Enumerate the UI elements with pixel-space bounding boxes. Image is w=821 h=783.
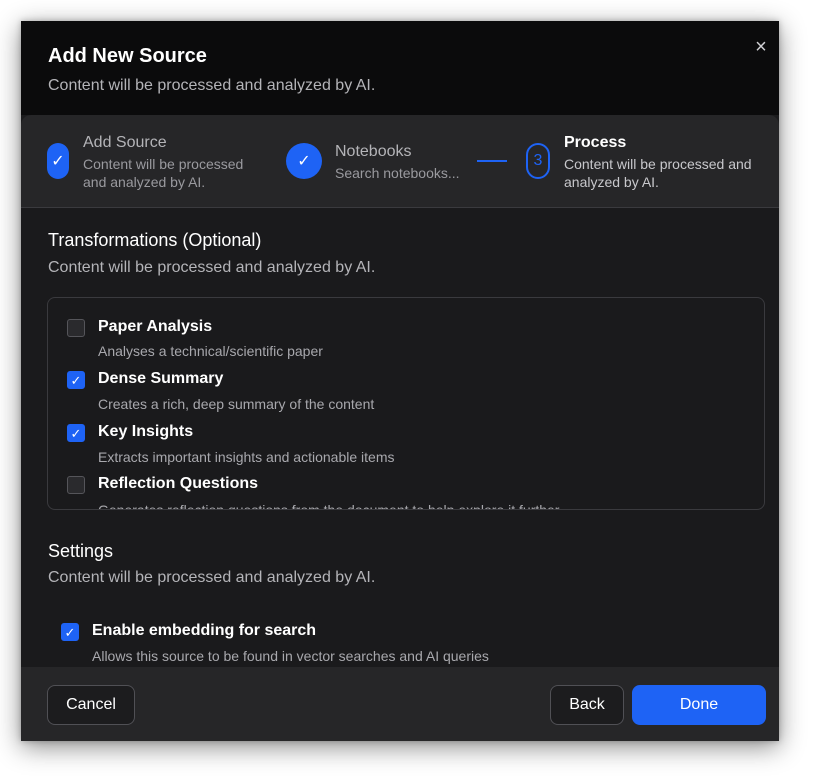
embedding-label[interactable]: Enable embedding for search — [92, 622, 316, 640]
add-source-dialog: Add New Source Content will be processed… — [21, 21, 779, 741]
reflection-questions-checkbox[interactable] — [67, 476, 85, 494]
step-connector — [477, 160, 507, 162]
settings-description: Content will be processed and analyzed b… — [48, 569, 376, 586]
transformation-desc: Analyses a technical/scientific paper — [98, 343, 323, 359]
dialog-subtitle: Content will be processed and analyzed b… — [48, 77, 376, 94]
transformation-name: Reflection Questions — [98, 475, 259, 492]
embedding-desc: Allows this source to be found in vector… — [92, 648, 489, 664]
settings-title: Settings — [48, 541, 114, 561]
dialog-footer: Cancel Back Done — [21, 667, 779, 741]
cancel-button[interactable]: Cancel — [47, 685, 135, 725]
dense-summary-checkbox[interactable]: ✓ — [67, 371, 85, 389]
dialog-title: Add New Source — [48, 45, 207, 67]
step-2-check-icon: ✓ — [286, 143, 322, 179]
transformation-name: Key Insights — [98, 423, 194, 440]
transformation-desc: Generates reflection questions from the … — [98, 502, 560, 510]
step-3-desc-line1: Content will be processed and — [564, 156, 752, 172]
transformation-item-dense-summary[interactable]: ✓ Dense Summary Creates a rich, deep sum… — [48, 368, 764, 421]
transformation-name: Paper Analysis — [98, 318, 213, 335]
transformation-item-key-insights[interactable]: ✓ Key Insights Extracts important insigh… — [48, 422, 764, 475]
step-2-title: Notebooks — [335, 143, 412, 160]
close-icon[interactable]: × — [749, 35, 773, 59]
step-1-check-icon: ✓ — [47, 143, 69, 179]
step-1-desc-line2: and analyzed by AI. — [83, 174, 206, 190]
transformations-description: Content will be processed and analyzed b… — [48, 259, 376, 276]
check-icon: ✓ — [70, 425, 82, 441]
step-3-desc-line2: analyzed by AI. — [564, 174, 659, 190]
transformations-title: Transformations (Optional) — [48, 230, 262, 250]
step-1-title: Add Source — [83, 134, 167, 151]
transformations-list[interactable]: Paper Analysis Analyses a technical/scie… — [47, 297, 765, 510]
check-icon: ✓ — [64, 624, 76, 640]
transformation-item-reflection-questions[interactable]: Reflection Questions Generates reflectio… — [48, 474, 764, 510]
done-button[interactable]: Done — [632, 685, 766, 725]
check-icon: ✓ — [70, 372, 82, 388]
transformation-name: Dense Summary — [98, 370, 224, 387]
dialog-header: Add New Source Content will be processed… — [21, 21, 779, 115]
transformation-desc: Extracts important insights and actionab… — [98, 449, 395, 465]
back-button[interactable]: Back — [550, 685, 624, 725]
step-1-desc-line1: Content will be processed — [83, 156, 244, 172]
step-3-title: Process — [564, 134, 627, 151]
transformation-item-paper-analysis[interactable]: Paper Analysis Analyses a technical/scie… — [48, 315, 764, 368]
key-insights-checkbox[interactable]: ✓ — [67, 424, 85, 442]
step-3-number: 3 — [526, 143, 550, 179]
transformation-desc: Creates a rich, deep summary of the cont… — [98, 396, 375, 412]
embedding-checkbox[interactable]: ✓ — [61, 623, 79, 641]
step-2-desc: Search notebooks... — [335, 165, 460, 181]
paper-analysis-checkbox[interactable] — [67, 319, 85, 337]
